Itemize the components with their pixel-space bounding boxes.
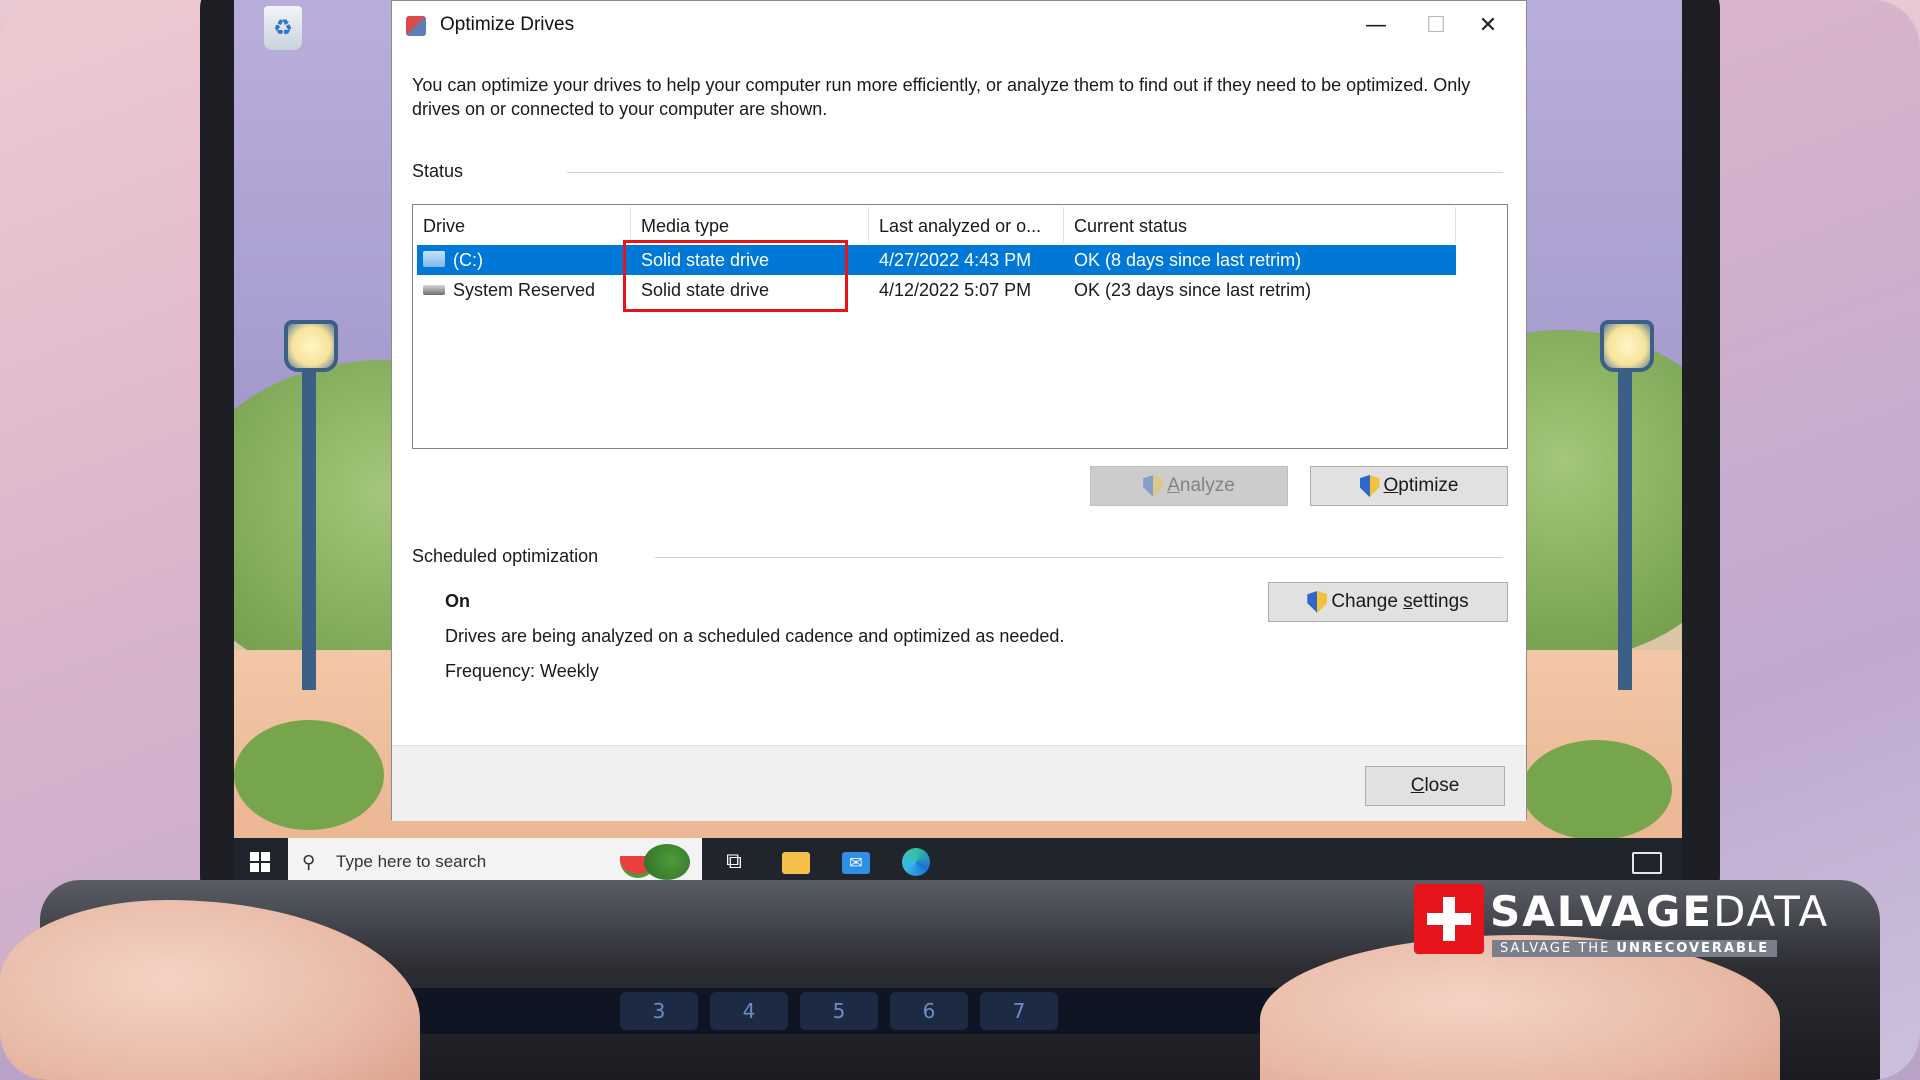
lamp-post-left xyxy=(302,370,316,690)
optimize-label: Optimize xyxy=(1383,475,1459,496)
drives-table: Drive Media type Last analyzed or o... C… xyxy=(412,204,1508,449)
watermelon-icon xyxy=(644,844,690,880)
optimize-drives-app-icon xyxy=(406,16,426,36)
lamp-head-left xyxy=(284,320,338,372)
uac-shield-icon xyxy=(1359,475,1380,497)
maximize-button[interactable]: ☐ xyxy=(1408,7,1464,45)
last-analyzed: 4/12/2022 5:07 PM xyxy=(879,280,1032,300)
column-separator[interactable] xyxy=(1455,207,1456,243)
scheduled-divider xyxy=(655,557,1503,558)
system-drive-icon xyxy=(423,251,445,267)
drive-icon xyxy=(423,285,445,295)
lamp-post-right xyxy=(1618,370,1632,690)
notifications-icon[interactable] xyxy=(1632,852,1662,874)
analyze-button[interactable]: Analyze xyxy=(1090,466,1288,506)
drive-row-system-reserved[interactable]: System Reserved Solid state drive 4/12/2… xyxy=(417,275,1456,305)
title-bar[interactable]: Optimize Drives — ☐ ✕ xyxy=(392,1,1526,51)
brand-name: SALVAGEDATA xyxy=(1490,887,1830,936)
keyboard-key: 4 xyxy=(710,992,788,1030)
column-header-drive[interactable]: Drive xyxy=(413,205,631,245)
search-placeholder: Type here to search xyxy=(336,852,487,871)
photo-background: ♻ ⚲ Type here to search ⧉ ✉ Optimize Dri… xyxy=(0,0,1920,1080)
keyboard-key: 5 xyxy=(800,992,878,1030)
drive-row-c[interactable]: (C:) Solid state drive 4/27/2022 4:43 PM… xyxy=(417,245,1456,275)
edge-icon[interactable] xyxy=(902,848,930,876)
file-explorer-icon[interactable] xyxy=(782,852,810,874)
salvagedata-logo: SALVAGEDATA SALVAGE THE UNRECOVERABLE xyxy=(1414,884,1830,957)
schedule-frequency: Frequency: Weekly xyxy=(445,661,599,681)
column-header-current-status[interactable]: Current status xyxy=(1064,205,1454,245)
windows-logo-icon xyxy=(250,852,270,872)
scheduled-optimization-label: Scheduled optimization xyxy=(412,546,599,566)
close-label: Close xyxy=(1410,775,1460,796)
keyboard-key: 3 xyxy=(620,992,698,1030)
window-title: Optimize Drives xyxy=(440,14,575,35)
wallpaper-bush xyxy=(234,720,384,830)
column-header-media-type[interactable]: Media type xyxy=(631,205,869,245)
change-settings-label: Change settings xyxy=(1331,591,1469,612)
lamp-head-right xyxy=(1600,320,1654,372)
optimize-drives-dialog: Optimize Drives — ☐ ✕ You can optimize y… xyxy=(391,0,1527,821)
taskbar-search-box[interactable]: ⚲ Type here to search xyxy=(288,838,702,886)
status-group-label: Status xyxy=(412,161,463,182)
status-divider xyxy=(567,172,1503,173)
current-status: OK (8 days since last retrim) xyxy=(1074,250,1302,270)
optimize-button[interactable]: Optimize xyxy=(1310,466,1508,506)
brand-tagline: SALVAGE THE UNRECOVERABLE xyxy=(1492,940,1778,957)
close-window-button[interactable]: ✕ xyxy=(1460,7,1516,45)
uac-shield-icon xyxy=(1307,591,1328,613)
current-status: OK (23 days since last retrim) xyxy=(1074,280,1312,300)
keyboard-key: 6 xyxy=(890,992,968,1030)
brand-cross-icon xyxy=(1414,884,1484,954)
search-icon: ⚲ xyxy=(302,851,316,873)
task-view-icon[interactable]: ⧉ xyxy=(720,848,748,876)
keyboard-key: 7 xyxy=(980,992,1058,1030)
schedule-description: Drives are being analyzed on a scheduled… xyxy=(445,626,1065,646)
drive-name: System Reserved xyxy=(453,280,596,300)
intro-text: You can optimize your drives to help you… xyxy=(412,75,1471,119)
status-label: Status xyxy=(412,161,464,181)
media-type-highlight-box xyxy=(623,240,848,312)
change-settings-button[interactable]: Change settings xyxy=(1268,582,1508,622)
wallpaper-bush xyxy=(1522,740,1672,840)
dialog-footer: Close xyxy=(392,745,1526,821)
taskbar: ⚲ Type here to search ⧉ ✉ xyxy=(234,838,1682,886)
column-header-last-analyzed[interactable]: Last analyzed or o... xyxy=(869,205,1064,245)
recycle-bin-icon[interactable]: ♻ xyxy=(264,6,302,50)
schedule-state: On xyxy=(445,591,470,611)
last-analyzed: 4/27/2022 4:43 PM xyxy=(879,250,1032,270)
uac-shield-icon xyxy=(1143,475,1164,497)
minimize-button[interactable]: — xyxy=(1348,7,1404,45)
analyze-label: Analyze xyxy=(1167,475,1235,496)
start-button[interactable] xyxy=(234,838,286,886)
close-button[interactable]: Close xyxy=(1365,766,1505,806)
drive-name: (C:) xyxy=(453,250,483,270)
mail-icon[interactable]: ✉ xyxy=(842,852,870,874)
